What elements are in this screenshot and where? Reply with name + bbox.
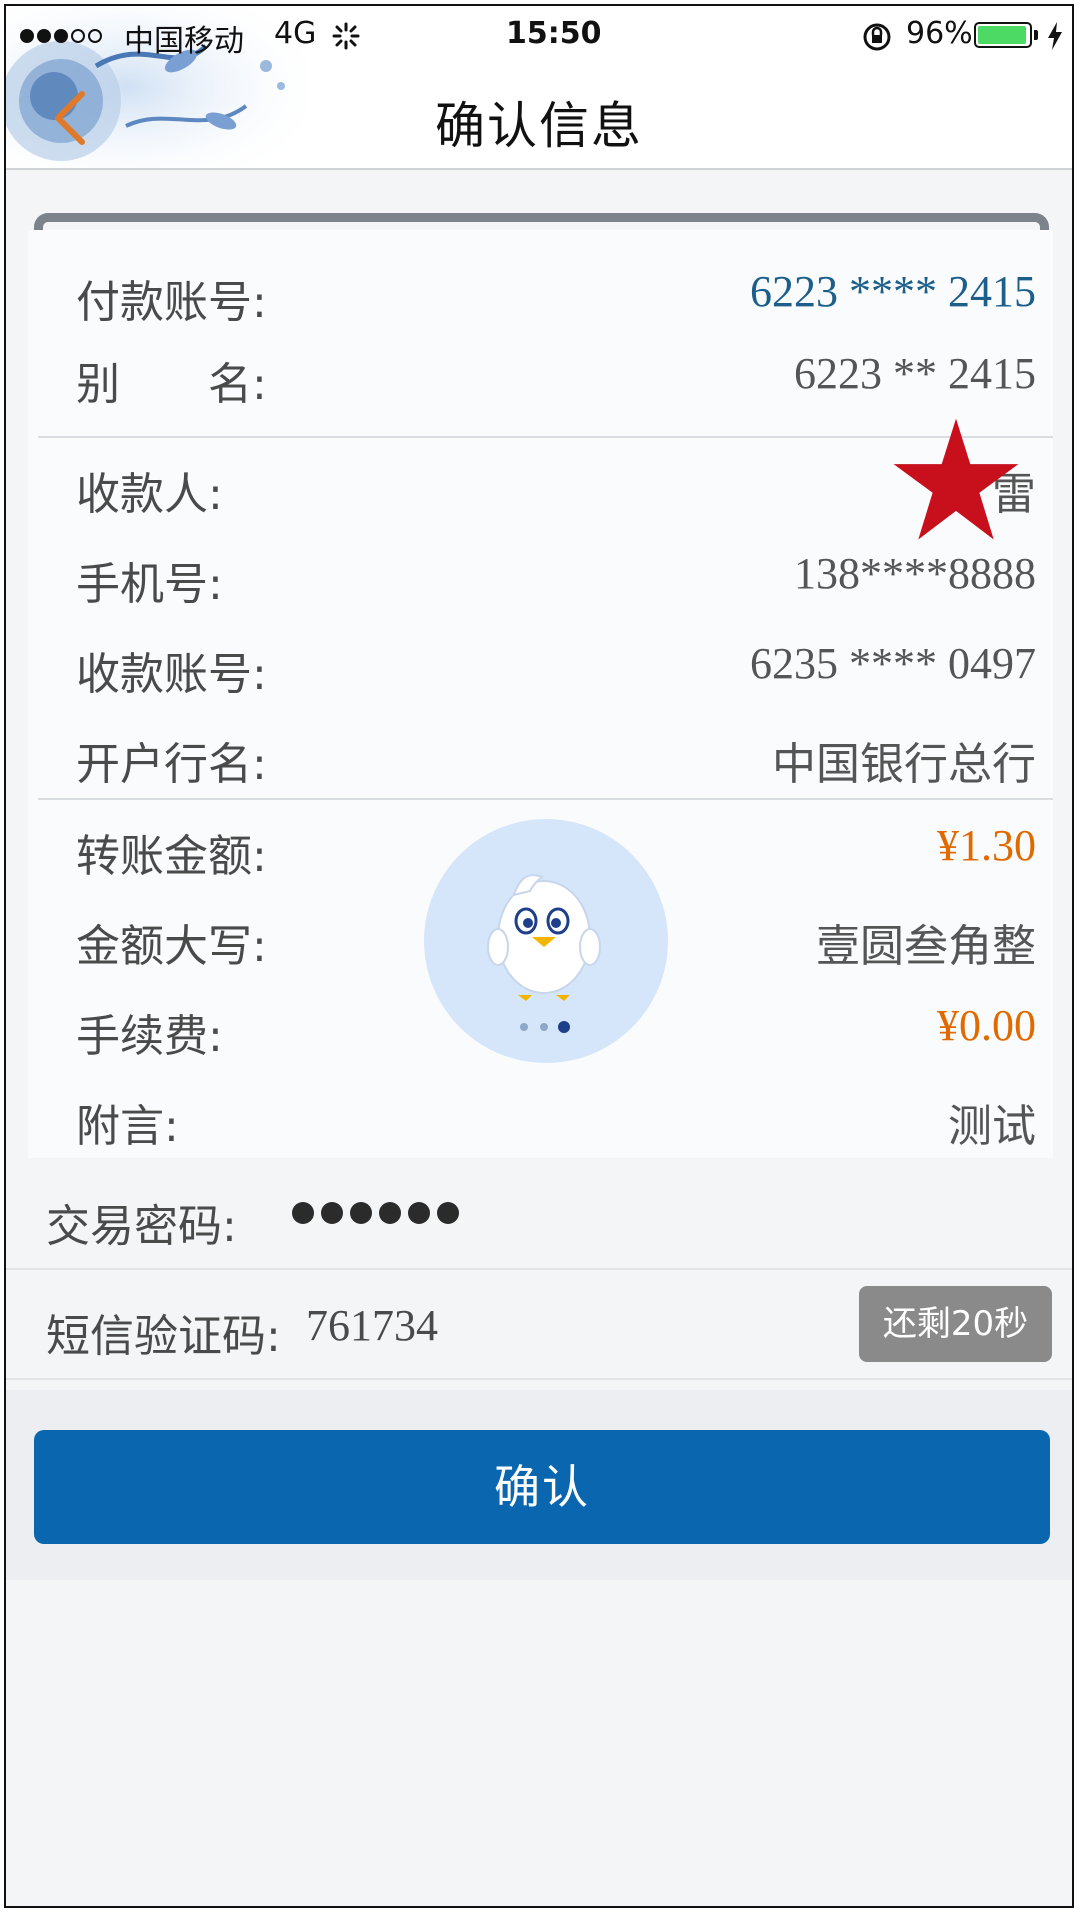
alias-label: 别 名: [76,359,267,410]
sms-code-row: 短信验证码: 761734 还剩20秒 [6,1270,1072,1380]
confirm-button[interactable]: 确认 [34,1430,1050,1544]
charging-bolt-icon [1048,22,1062,50]
sms-code-input[interactable]: 761734 [306,1300,438,1351]
carrier-name: 中国移动 [124,24,244,59]
fee-value: ¥0.00 [937,1001,1036,1050]
payee-account-value: 6235 **** 0497 [750,639,1036,688]
confirm-area: 确认 [6,1390,1072,1580]
alias-value: 6223 ** 2415 [794,349,1036,398]
amount-value: ¥1.30 [937,821,1036,870]
password-dot [379,1202,401,1224]
resend-countdown-button[interactable]: 还剩20秒 [859,1286,1052,1362]
note-row: 附言: 测试 [76,1090,1036,1152]
network-type: 4G [274,16,317,51]
payee-account-label: 收款账号: [76,649,267,700]
password-dot [408,1202,430,1224]
mascot-bird-icon[interactable] [422,817,670,1065]
amount-label: 转账金额: [76,831,267,882]
payer-account-row: 付款账号: 6223 **** 2415 [76,266,1036,328]
phone-label: 手机号: [76,559,223,610]
password-row: 交易密码: [6,1158,1072,1270]
page-title: 确认信息 [435,97,643,155]
battery-tip [1034,30,1038,40]
red-star-icon [893,418,1019,540]
note-value: 测试 [948,1101,1036,1152]
password-dot [321,1202,343,1224]
divider [38,798,1053,800]
bank-label: 开户行名: [76,739,267,790]
rotation-lock-icon [863,23,891,51]
password-dot [292,1202,314,1224]
app-screen: 中国移动 4G 15:50 96% 确认信息 付款账号: 6223 **** 2… [4,4,1074,1908]
phone-value: 138****8888 [794,549,1036,598]
alias-row: 别 名: 6223 ** 2415 [76,348,1036,410]
amount-upper-label: 金额大写: [76,921,267,972]
phone-row: 手机号: 138****8888 [76,548,1036,610]
battery-percent: 96% [906,16,973,51]
bank-value: 中国银行总行 [772,739,1036,790]
password-dot [437,1202,459,1224]
payer-account-label: 付款账号: [76,277,267,328]
battery-icon [974,22,1032,48]
signal-strength-icon [20,28,105,47]
sms-code-label: 短信验证码: [46,1311,281,1362]
bank-row: 开户行名: 中国银行总行 [76,728,1036,790]
nav-header: 中国移动 4G 15:50 96% 确认信息 [6,6,1072,170]
payer-account-value: 6223 **** 2415 [750,267,1036,316]
password-dot [350,1202,372,1224]
fee-label: 手续费: [76,1011,223,1062]
clock-time: 15:50 [506,16,602,51]
amount-upper-value: 壹圆叁角整 [816,921,1036,972]
loading-spinner-icon [332,22,360,50]
password-label: 交易密码: [46,1201,237,1252]
payee-name-label: 收款人: [76,469,223,520]
note-label: 附言: [76,1101,179,1152]
payee-account-row: 收款账号: 6235 **** 0497 [76,638,1036,700]
password-field[interactable] [292,1202,466,1228]
status-bar: 中国移动 4G 15:50 96% [6,6,1072,64]
